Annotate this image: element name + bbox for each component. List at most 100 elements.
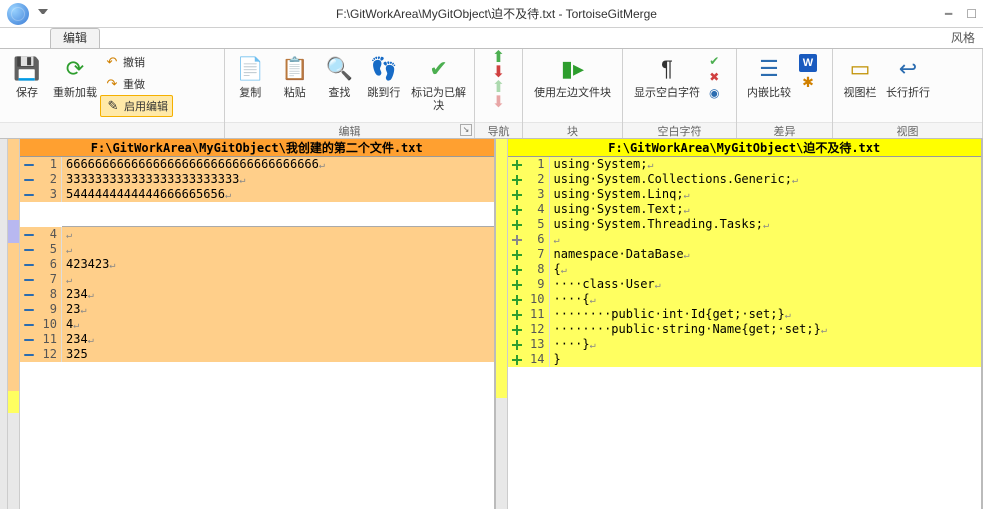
redo-button[interactable]: ↷重做 (100, 73, 173, 95)
viewbar-button[interactable]: ▭视图栏 (837, 51, 883, 119)
copy-button[interactable]: 📄复制 (229, 51, 272, 119)
paste-icon: 📋 (279, 53, 311, 85)
line-content: ↵ (550, 232, 982, 247)
find-icon: 🔍 (323, 53, 355, 85)
line-number: 7 (526, 247, 550, 262)
code-line[interactable]: 1using·System;↵ (508, 157, 982, 172)
enable-edit-button[interactable]: ✎启用编辑 (100, 95, 173, 117)
code-line[interactable]: 5↵ (20, 242, 494, 257)
code-line[interactable]: 11········public·int·Id{get;·set;}↵ (508, 307, 982, 322)
code-line[interactable]: 7↵ (20, 272, 494, 287)
line-content: 4↵ (62, 317, 494, 332)
line-number: 9 (526, 277, 550, 292)
mark-resolved-button[interactable]: ✔标记为已解决 (407, 51, 470, 119)
reload-button[interactable]: ⟳重新加载 (52, 51, 98, 119)
code-line[interactable]: 5using·System.Threading.Tasks;↵ (508, 217, 982, 232)
left-pane-header: F:\GitWorkArea\MyGitObject\我创建的第二个文件.txt (20, 139, 494, 157)
minus-icon (20, 187, 38, 202)
prev-conflict-button[interactable]: ⬆ (492, 81, 505, 95)
check-icon: ✔ (423, 53, 455, 85)
line-content: ↵ (62, 272, 494, 287)
code-line[interactable]: 9····class·User↵ (508, 277, 982, 292)
overview-strip-outer[interactable] (0, 139, 8, 509)
line-number: 6 (526, 232, 550, 247)
plus-icon (508, 277, 526, 292)
line-number: 1 (38, 157, 62, 172)
plus-icon (508, 157, 526, 172)
overview-strip-left[interactable] (8, 139, 20, 509)
right-pane-header: F:\GitWorkArea\MyGitObject\迫不及待.txt (508, 139, 982, 157)
code-line[interactable]: 104↵ (20, 317, 494, 332)
code-line[interactable]: 3using·System.Linq;↵ (508, 187, 982, 202)
tab-edit[interactable]: 编辑 (50, 28, 100, 48)
maximize-icon[interactable]: ☐ (966, 7, 977, 21)
line-number: 5 (38, 242, 62, 257)
code-line[interactable]: 13····}↵ (508, 337, 982, 352)
left-pane-body[interactable]: 166666666666666666666666666666666666↵233… (20, 157, 494, 509)
plus-icon (508, 322, 526, 337)
wrap-icon: ↩ (892, 53, 924, 85)
find-button[interactable]: 🔍查找 (318, 51, 361, 119)
line-content: using·System.Linq;↵ (550, 187, 982, 202)
reload-icon: ⟳ (59, 53, 91, 85)
qat-dropdown-icon[interactable] (38, 9, 48, 19)
code-line[interactable]: 8{↵ (508, 262, 982, 277)
minus-icon (20, 257, 38, 272)
code-line[interactable]: 35444444444444666665656↵ (20, 187, 494, 202)
code-line[interactable]: 4using·System.Text;↵ (508, 202, 982, 217)
code-line[interactable]: 2using·System.Collections.Generic;↵ (508, 172, 982, 187)
regex-icon[interactable]: ✱ (802, 74, 814, 91)
line-content: 234↵ (62, 287, 494, 302)
minimize-icon[interactable]: ━ (945, 7, 952, 21)
code-line[interactable]: 6↵ (508, 232, 982, 247)
plus-icon (508, 337, 526, 352)
code-line[interactable]: 11234↵ (20, 332, 494, 347)
code-line[interactable]: 14} (508, 352, 982, 367)
undo-button[interactable]: ↶撤销 (100, 51, 173, 73)
code-line[interactable]: 12325 (20, 347, 494, 362)
ws-check-icon[interactable]: ✔ (709, 54, 719, 68)
code-line[interactable]: 2333333333333333333333333↵ (20, 172, 494, 187)
right-pane-body[interactable]: 1using·System;↵2using·System.Collections… (508, 157, 982, 509)
word-icon[interactable]: W (799, 54, 817, 72)
code-line[interactable]: 4↵ (20, 227, 494, 242)
line-content: ↵ (62, 227, 494, 242)
line-content: ········public·int·Id{get;·set;}↵ (550, 307, 982, 322)
goto-button[interactable]: 👣跳到行 (363, 51, 406, 119)
line-content: 423423↵ (62, 257, 494, 272)
group-label-diff: 差异 (737, 122, 832, 138)
group-label-edit: 编辑↘ (225, 122, 474, 138)
redo-icon: ↷ (104, 76, 120, 92)
app-icon[interactable] (0, 0, 36, 28)
inline-diff-button[interactable]: ☰内嵌比较 (741, 51, 797, 119)
code-line[interactable]: 8234↵ (20, 287, 494, 302)
plus-icon (508, 247, 526, 262)
use-left-block-button[interactable]: ▮▸使用左边文件块 (528, 51, 618, 119)
wrap-button[interactable]: ↩长行折行 (885, 51, 931, 119)
launcher-icon[interactable]: ↘ (460, 124, 472, 136)
code-line[interactable]: 10····{↵ (508, 292, 982, 307)
minus-icon (20, 157, 38, 172)
next-conflict-button[interactable]: ⬇ (492, 96, 505, 110)
show-whitespace-button[interactable]: ¶显示空白字符 (627, 51, 707, 119)
code-line[interactable]: 166666666666666666666666666666666666↵ (20, 157, 494, 172)
line-number: 14 (526, 352, 550, 367)
code-line[interactable]: 12········public·string·Name{get;·set;}↵ (508, 322, 982, 337)
ws-dot-icon[interactable]: ◉ (709, 86, 719, 100)
overview-strip-right[interactable] (496, 139, 508, 509)
code-line[interactable]: 7namespace·DataBase↵ (508, 247, 982, 262)
code-line[interactable]: 6423423↵ (20, 257, 494, 272)
ws-x-icon[interactable]: ✖ (709, 70, 719, 84)
save-button[interactable]: 💾保存 (4, 51, 50, 119)
plus-icon (508, 352, 526, 367)
prev-diff-button[interactable]: ⬆ (492, 51, 505, 65)
paste-button[interactable]: 📋粘贴 (274, 51, 317, 119)
line-content: using·System.Collections.Generic;↵ (550, 172, 982, 187)
style-link[interactable]: 风格 (947, 27, 979, 48)
next-diff-button[interactable]: ⬇ (492, 66, 505, 80)
pencil-icon: ✎ (105, 98, 121, 114)
code-line[interactable]: 923↵ (20, 302, 494, 317)
footsteps-icon: 👣 (368, 53, 400, 85)
plus-icon (508, 217, 526, 232)
plus-icon (508, 202, 526, 217)
